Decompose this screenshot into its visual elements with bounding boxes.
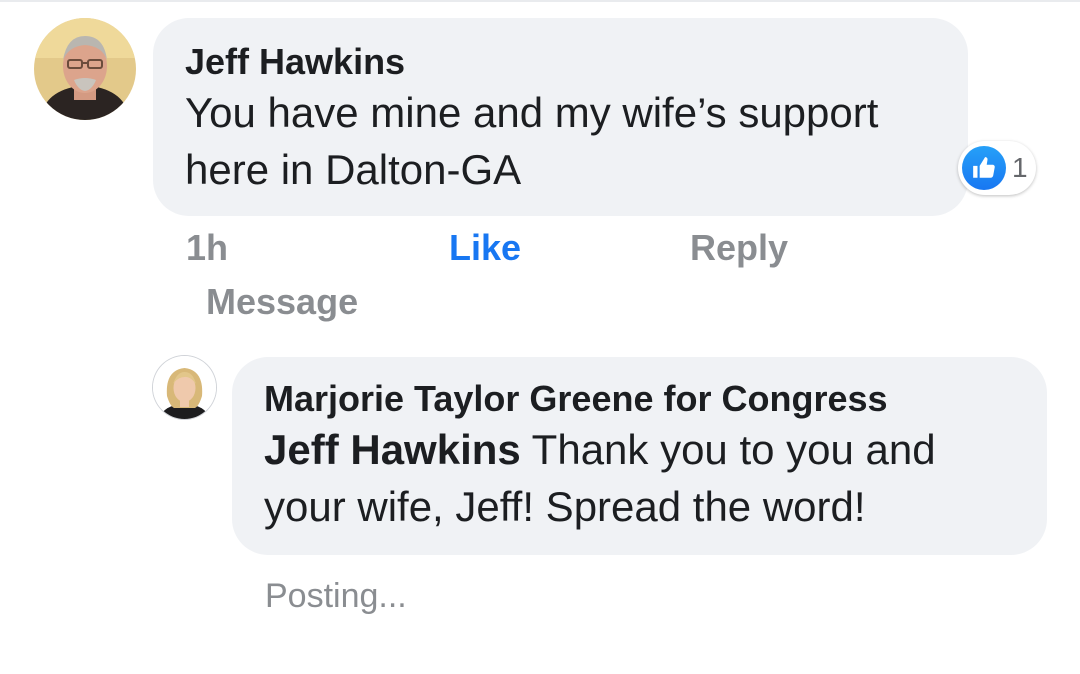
message-button[interactable]: Message — [206, 282, 358, 322]
reply-bubble: Marjorie Taylor Greene for Congress Jeff… — [232, 357, 1047, 555]
avatar-mtg-image — [153, 356, 216, 419]
reply-author[interactable]: Marjorie Taylor Greene for Congress — [264, 377, 1017, 421]
mention-tag[interactable]: Jeff Hawkins — [264, 426, 521, 473]
reaction-summary[interactable]: 1 — [958, 141, 1036, 195]
avatar[interactable] — [153, 356, 216, 419]
reply-text: Jeff Hawkins Thank you to you and your w… — [264, 421, 1017, 535]
divider — [0, 0, 1080, 2]
comment-author[interactable]: Jeff Hawkins — [185, 40, 938, 84]
avatar[interactable] — [34, 18, 136, 120]
posting-status: Posting... — [265, 577, 407, 615]
reply-button[interactable]: Reply — [690, 228, 788, 268]
thumbs-up-icon — [962, 146, 1006, 190]
avatar-jeff-hawkins-image — [34, 18, 136, 120]
comment-bubble: Jeff Hawkins You have mine and my wife’s… — [153, 18, 968, 216]
comment-timestamp[interactable]: 1h — [186, 228, 228, 268]
reaction-count: 1 — [1012, 152, 1028, 183]
like-button[interactable]: Like — [449, 228, 521, 268]
comment-text: You have mine and my wife’s support here… — [185, 89, 879, 193]
